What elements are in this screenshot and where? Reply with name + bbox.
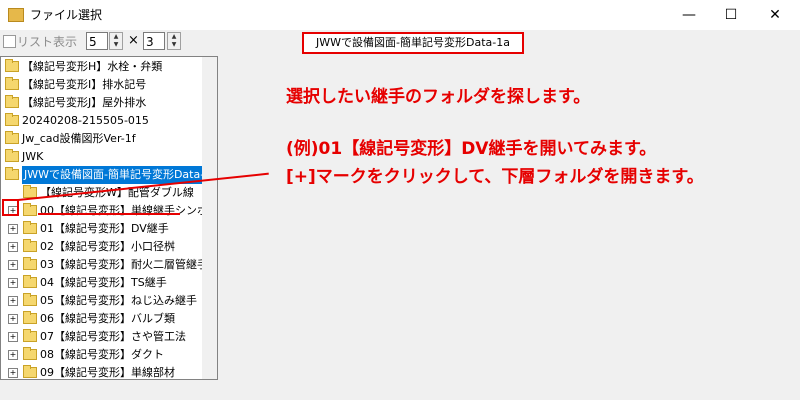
tree-item[interactable]: +08【線記号変形】ダクト (1, 346, 201, 364)
tree-item[interactable]: +04【線記号変形】TS継手 (1, 274, 201, 292)
minimize-icon: — (682, 7, 696, 23)
tree-item-label: 07【線記号変形】さや管工法 (40, 330, 186, 343)
rows-input[interactable]: 3 (143, 32, 165, 50)
expand-icon[interactable]: + (8, 368, 18, 378)
expand-icon[interactable]: + (8, 332, 18, 342)
minimize-button[interactable]: — (666, 0, 712, 30)
tree-item-label: 【線記号変形H】水栓・弁類 (22, 60, 163, 73)
tree-item-label: JWK (22, 150, 44, 163)
instruction-text-1: 選択したい継手のフォルダを探します。 (286, 87, 591, 107)
folder-icon (5, 113, 19, 126)
spin-down-icon[interactable]: ▼ (168, 41, 180, 49)
close-icon: ✕ (769, 7, 781, 23)
status-bar (0, 380, 800, 400)
tree-item[interactable]: +09【線記号変形】単線部材 (1, 364, 201, 379)
tree-item-label: Jw_cad設備図形Ver-1f (22, 132, 136, 145)
tree-item-label: 03【線記号変形】耐火二層管継手 (40, 258, 208, 271)
folder-icon (23, 329, 37, 342)
spin-up-icon[interactable]: ▲ (168, 33, 180, 41)
current-path-label: JWWで設備図面-簡単記号変形Data-1a (302, 32, 524, 54)
folder-icon (23, 347, 37, 360)
close-button[interactable]: ✕ (752, 0, 798, 30)
folder-icon (23, 239, 37, 252)
spin-up-icon[interactable]: ▲ (110, 33, 122, 41)
folder-icon (5, 167, 19, 180)
window-title: ファイル選択 (30, 8, 103, 22)
tree-item[interactable]: JWK (1, 148, 201, 166)
columns-input[interactable]: 5 (86, 32, 108, 50)
tree-item[interactable]: +00【線記号変形】単線継手シンボル (1, 202, 217, 220)
folder-icon (5, 59, 19, 72)
folder-icon (23, 221, 37, 234)
times-symbol: × (128, 33, 139, 48)
tree-item-label: 02【線記号変形】小口径桝 (40, 240, 175, 253)
tree-item-label: 04【線記号変形】TS継手 (40, 276, 167, 289)
tree-item[interactable]: 【線記号変形I】排水記号 (1, 76, 201, 94)
expand-icon[interactable]: + (8, 278, 18, 288)
expand-icon[interactable]: + (8, 314, 18, 324)
spin-down-icon[interactable]: ▼ (110, 41, 122, 49)
tree-scrollbar[interactable] (202, 57, 217, 379)
instruction-text-2: (例)01【線記号変形】DV継手を開いてみます。 (286, 139, 657, 159)
tree-item[interactable]: Jw_cad設備図形Ver-1f (1, 130, 201, 148)
tree-item-label: 20240208-215505-015 (22, 114, 149, 127)
rows-spinner[interactable]: ▲ ▼ (167, 32, 181, 50)
folder-tree[interactable]: 【線記号変形H】水栓・弁類 【線記号変形I】排水記号 【線記号変形J】屋外排水 202… (0, 56, 218, 380)
expand-icon[interactable]: + (8, 242, 18, 252)
tree-item-label: 05【線記号変形】ねじ込み継手 (40, 294, 197, 307)
app-icon (8, 8, 24, 22)
tree-item-label: 【線記号変形W】配管ダブル線 (40, 186, 194, 199)
tree-item-label: 08【線記号変形】ダクト (40, 348, 164, 361)
folder-icon (5, 149, 19, 162)
tree-item[interactable]: +05【線記号変形】ねじ込み継手 (1, 292, 201, 310)
highlight-expander-box (2, 199, 19, 216)
tree-item[interactable]: +06【線記号変形】バルブ類 (1, 310, 201, 328)
expand-icon[interactable]: + (8, 350, 18, 360)
tree-item[interactable]: +02【線記号変形】小口径桝 (1, 238, 201, 256)
tree-item-label: 00【線記号変形】単線継手シンボル (40, 204, 218, 217)
tree-item-label: 【線記号変形J】屋外排水 (22, 96, 147, 109)
folder-icon (23, 275, 37, 288)
folder-icon (23, 311, 37, 324)
expand-icon[interactable]: + (8, 260, 18, 270)
tree-item[interactable]: +07【線記号変形】さや管工法 (1, 328, 201, 346)
tree-item-label: 01【線記号変形】DV継手 (40, 222, 169, 235)
folder-icon (5, 131, 19, 144)
tree-item-label: 【線記号変形I】排水記号 (22, 78, 147, 91)
columns-spinner[interactable]: ▲ ▼ (109, 32, 123, 50)
folder-icon (23, 203, 37, 216)
tree-item-label: 06【線記号変形】バルブ類 (40, 312, 175, 325)
folder-icon (5, 95, 19, 108)
list-view-checkbox[interactable] (3, 35, 16, 48)
highlight-underline (38, 213, 180, 215)
maximize-button[interactable]: ☐ (708, 0, 754, 30)
tree-item[interactable]: +01【線記号変形】DV継手 (1, 220, 201, 238)
folder-icon (23, 365, 37, 378)
tree-item[interactable]: JWWで設備図面-簡単記号変形Data- (1, 166, 207, 184)
folder-icon (23, 293, 37, 306)
expand-icon[interactable]: + (8, 296, 18, 306)
folder-icon (5, 77, 19, 90)
tree-item[interactable]: 20240208-215505-015 (1, 112, 201, 130)
expand-icon[interactable]: + (8, 224, 18, 234)
tree-item[interactable]: 【線記号変形J】屋外排水 (1, 94, 201, 112)
tree-item-label: 09【線記号変形】単線部材 (40, 366, 175, 379)
tree-item[interactable]: 【線記号変形H】水栓・弁類 (1, 58, 201, 76)
maximize-icon: ☐ (724, 7, 738, 23)
instruction-text-3: [+]マークをクリックして、下層フォルダを開きます。 (286, 167, 704, 187)
list-view-label: リスト表示 (17, 35, 78, 49)
title-bar: ファイル選択 — ☐ ✕ (0, 0, 800, 30)
folder-icon (23, 257, 37, 270)
tree-item[interactable]: +03【線記号変形】耐火二層管継手 (1, 256, 208, 274)
